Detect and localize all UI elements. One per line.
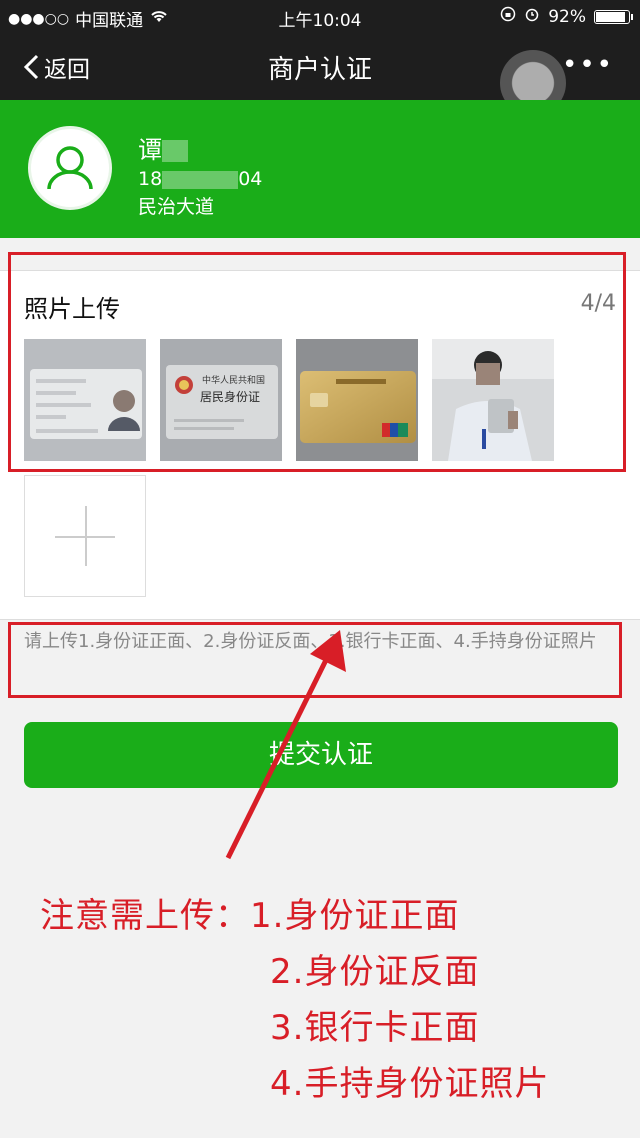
notice-line-4: 4.手持身份证照片 bbox=[270, 1064, 550, 1104]
notice-line-1: 注意需上传：1.身份证正面 bbox=[40, 896, 460, 936]
notice-line-2: 2.身份证反面 bbox=[270, 952, 480, 992]
notice-line-3: 3.银行卡正面 bbox=[270, 1008, 480, 1048]
